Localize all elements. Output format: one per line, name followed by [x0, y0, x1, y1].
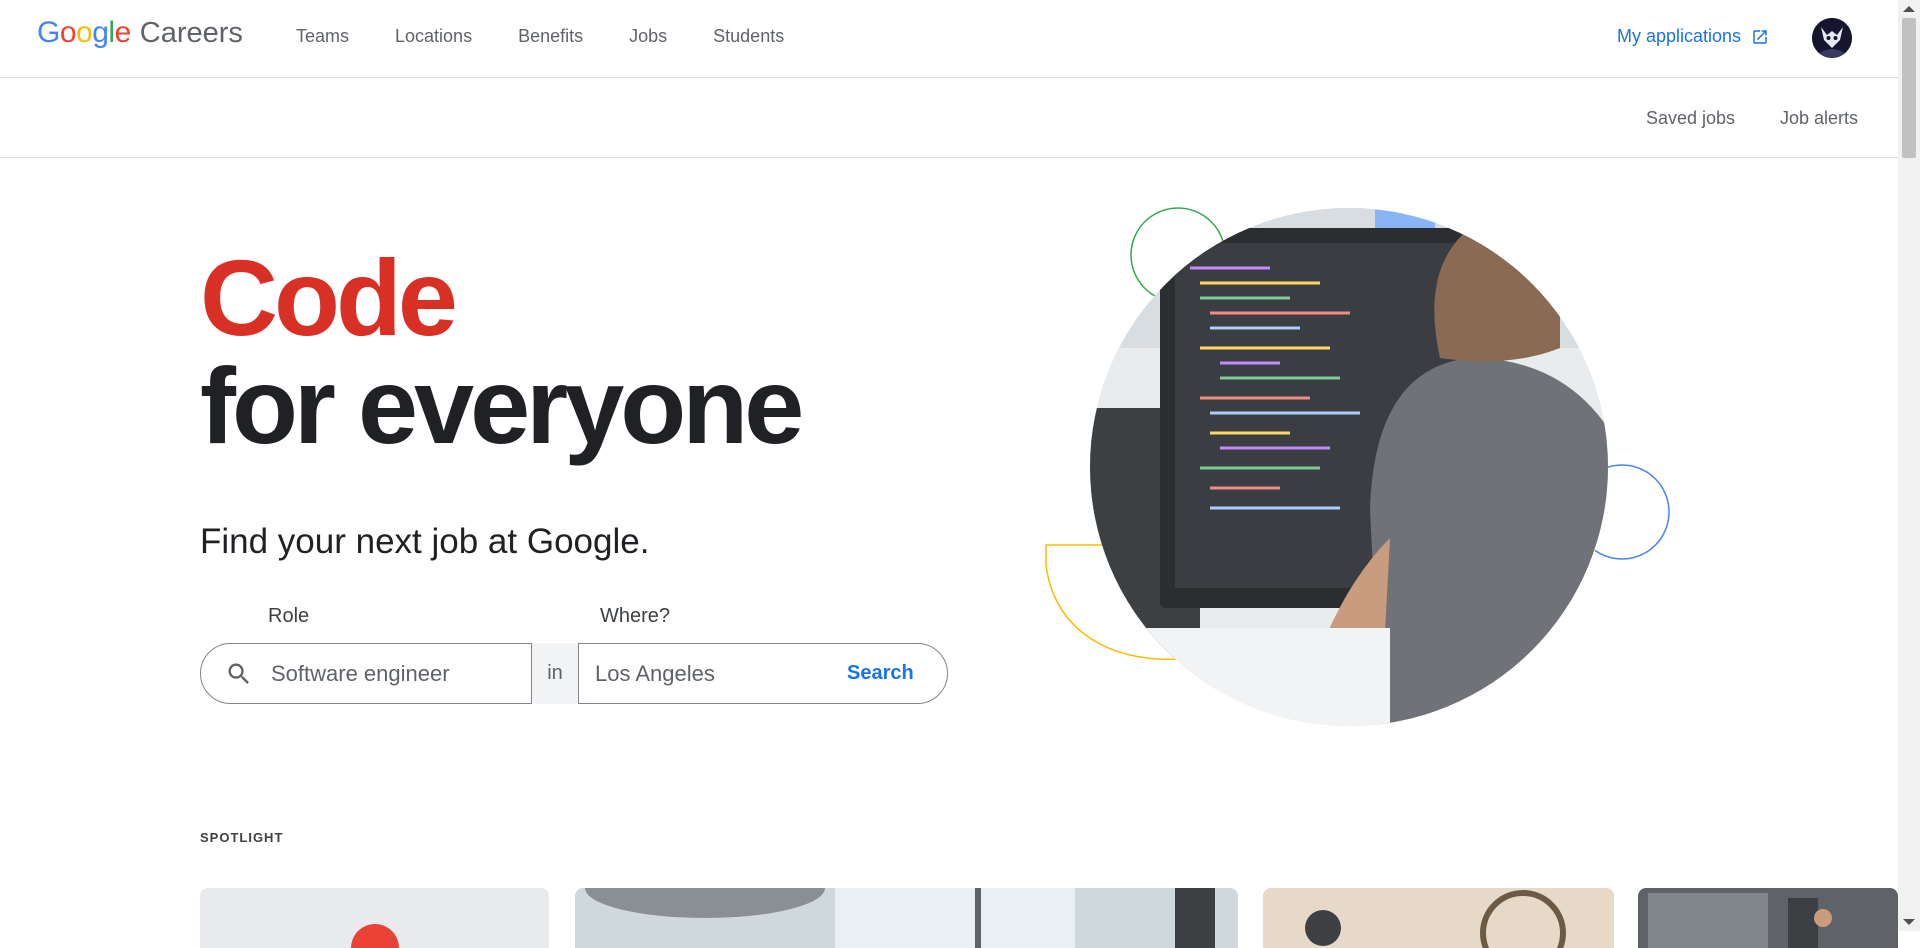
spotlight-card-image [1305, 890, 1566, 948]
spotlight-card-image [1648, 893, 1832, 948]
spotlight-card[interactable] [1638, 888, 1898, 948]
job-alerts-link[interactable]: Job alerts [1780, 108, 1858, 129]
top-navigation-bar: Google Careers Teams Locations Benefits … [0, 0, 1898, 78]
spotlight-heading: SPOTLIGHT [200, 830, 284, 845]
nav-students[interactable]: Students [713, 26, 784, 47]
spotlight-card[interactable] [1263, 888, 1614, 948]
search-icon [225, 660, 253, 688]
nav-locations[interactable]: Locations [395, 26, 472, 47]
hero-photo [1090, 208, 1608, 726]
location-input[interactable] [593, 659, 837, 688]
hero-headline-code: Code [200, 237, 458, 358]
careers-wordmark: Careers [139, 17, 243, 49]
person-at-monitor-image [1090, 208, 1608, 726]
nav-teams[interactable]: Teams [296, 26, 349, 47]
google-careers-logo[interactable]: Google Careers [37, 16, 243, 50]
my-applications-label: My applications [1617, 26, 1742, 46]
google-wordmark: Google [37, 16, 131, 49]
hero-subtitle: Find your next job at Google. [200, 522, 650, 561]
search-button[interactable]: Search [841, 661, 920, 686]
scroll-up-arrow-icon[interactable] [1903, 6, 1915, 12]
nav-jobs[interactable]: Jobs [629, 26, 667, 47]
nav-benefits[interactable]: Benefits [518, 26, 583, 47]
main-nav: Teams Locations Benefits Jobs Students [296, 26, 830, 47]
hero-headline-for-everyone: for everyone [200, 345, 804, 466]
scroll-down-arrow-icon[interactable] [1903, 919, 1915, 925]
page-scrollbar[interactable] [1898, 0, 1920, 931]
role-input[interactable] [269, 659, 523, 688]
where-label: Where? [600, 605, 671, 627]
spotlight-card-image [351, 924, 399, 948]
open-in-new-icon [1753, 29, 1767, 44]
scrollbar-thumb[interactable] [1902, 18, 1916, 158]
spotlight-card-image [585, 888, 1215, 948]
spotlight-card[interactable] [575, 888, 1238, 948]
spotlight-card[interactable] [200, 888, 549, 948]
role-label: Role [268, 605, 310, 627]
avatar[interactable] [1812, 18, 1852, 58]
avatar-image [1812, 18, 1852, 58]
secondary-bar: Saved jobs Job alerts [0, 78, 1898, 158]
my-applications-link[interactable]: My applications [1617, 26, 1769, 47]
in-separator: in [531, 643, 579, 704]
saved-jobs-link[interactable]: Saved jobs [1646, 108, 1735, 129]
job-search-form: in Search [200, 643, 948, 704]
